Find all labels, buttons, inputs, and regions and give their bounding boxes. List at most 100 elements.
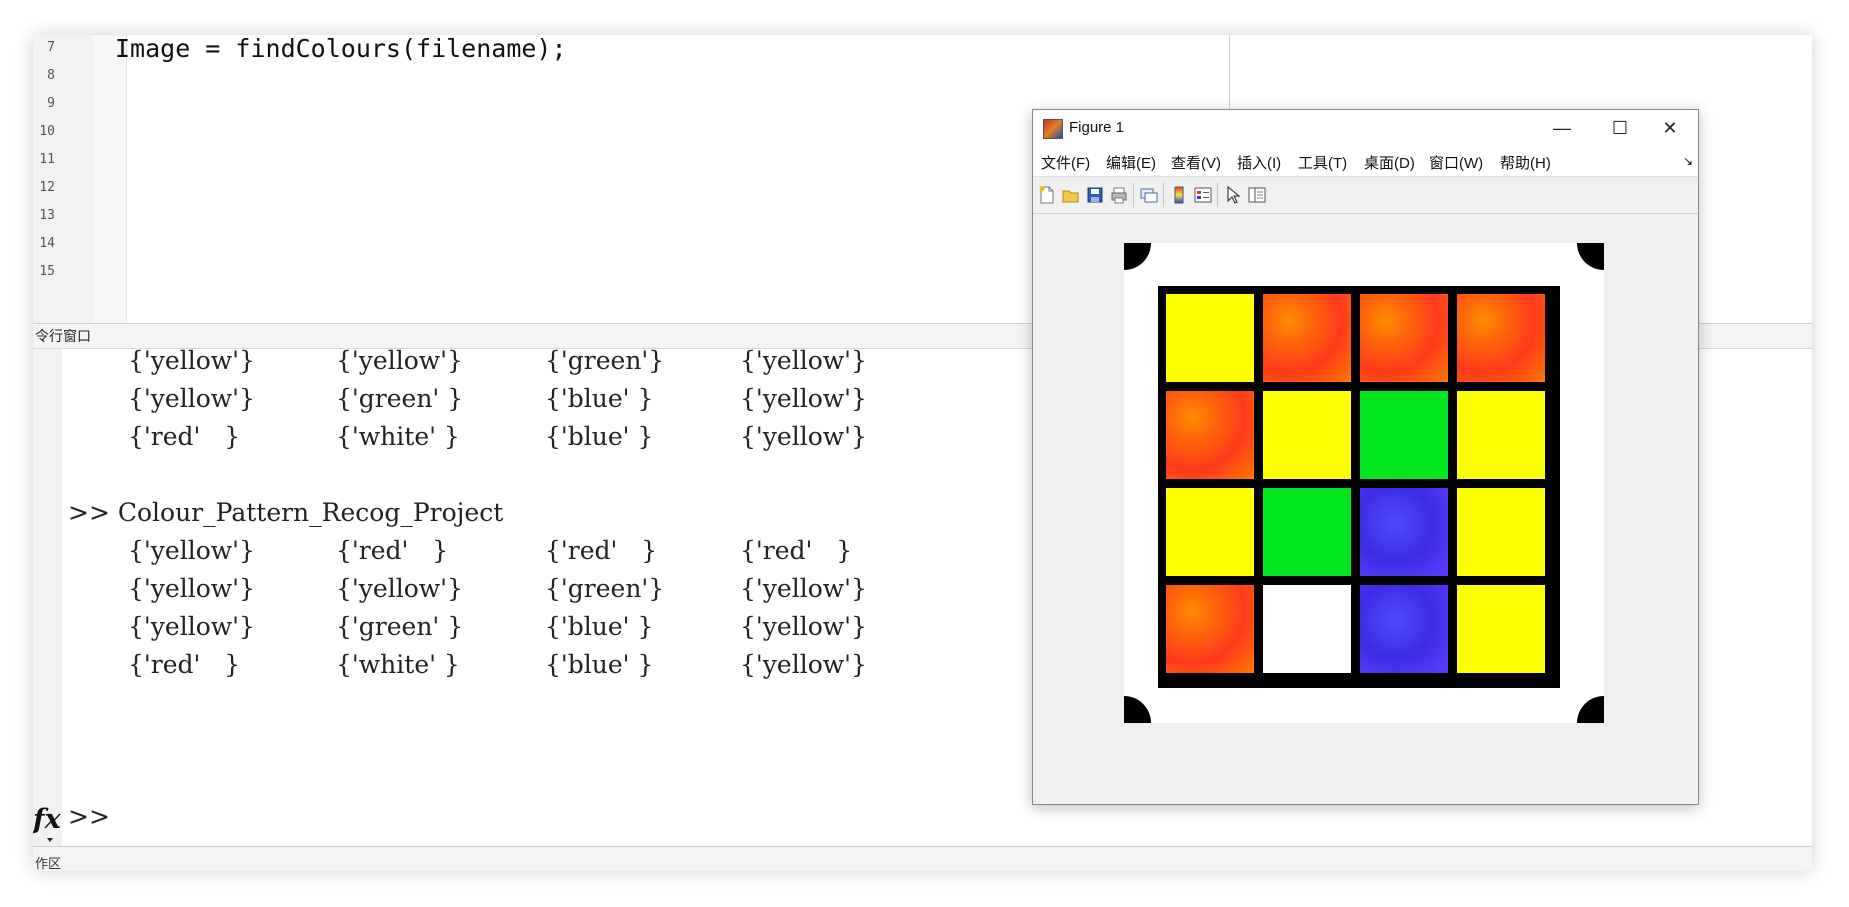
- grid-tile-green: [1263, 488, 1351, 576]
- output-cell: {'green' }: [336, 612, 464, 641]
- output-cell: {'red' }: [740, 536, 853, 565]
- command-line[interactable]: >> Colour_Pattern_Recog_Project: [68, 498, 503, 527]
- menu-desktop[interactable]: 桌面(D): [1364, 152, 1415, 173]
- grid-tile-red: [1166, 391, 1254, 479]
- command-window-title: 令行窗口: [35, 328, 91, 344]
- workspace-panel-header[interactable]: 作区: [33, 846, 1812, 871]
- output-cell: {'green' }: [336, 384, 464, 413]
- grid-tile-yellow: [1457, 585, 1545, 673]
- print-icon[interactable]: [1110, 186, 1128, 204]
- colorbar-icon[interactable]: [1170, 186, 1188, 204]
- line-number: 9: [47, 96, 55, 111]
- menu-help[interactable]: 帮助(H): [1500, 152, 1551, 173]
- close-button[interactable]: ✕: [1641, 110, 1699, 146]
- output-cell: {'yellow'}: [336, 346, 463, 375]
- output-cell: {'white' }: [336, 422, 460, 451]
- figure-window[interactable]: Figure 1 — ☐ ✕ 文件(F) 编辑(E) 查看(V) 插入(I) 工…: [1032, 109, 1699, 805]
- line-number: 8: [47, 68, 55, 83]
- menu-insert[interactable]: 插入(I): [1237, 152, 1281, 173]
- corner-marker: [1124, 696, 1151, 723]
- output-cell: {'red' }: [545, 536, 658, 565]
- output-cell: {'yellow'}: [740, 650, 867, 679]
- output-cell: {'yellow'}: [740, 422, 867, 451]
- output-cell: {'red' }: [336, 536, 449, 565]
- menu-tools[interactable]: 工具(T): [1298, 152, 1347, 173]
- corner-marker: [1577, 243, 1604, 270]
- toolbar-separator: [1133, 183, 1134, 207]
- command-prompt[interactable]: >>: [68, 802, 110, 831]
- code-folding-margin: [93, 35, 127, 323]
- output-cell: {'yellow'}: [128, 346, 255, 375]
- output-cell: {'blue' }: [545, 650, 654, 679]
- grid-tile-red: [1457, 294, 1545, 382]
- output-cell: {'yellow'}: [128, 612, 255, 641]
- new-figure-icon[interactable]: [1038, 186, 1056, 204]
- grid-tile-green: [1360, 391, 1448, 479]
- grid-tile-yellow: [1457, 488, 1545, 576]
- grid-tile-red: [1263, 294, 1351, 382]
- line-number: 7: [47, 40, 55, 55]
- workspace-panel-title: 作区: [35, 856, 62, 871]
- figure-toolbar: [1033, 176, 1698, 214]
- grid-tile-blue: [1360, 488, 1448, 576]
- link-plot-icon[interactable]: [1140, 186, 1158, 204]
- matlab-logo-icon: [1043, 119, 1063, 139]
- output-cell: {'yellow'}: [336, 574, 463, 603]
- grid-tile-red: [1166, 585, 1254, 673]
- output-cell: {'blue' }: [545, 422, 654, 451]
- figure-title: Figure 1: [1069, 119, 1125, 136]
- function-browser-icon[interactable]: fx: [33, 804, 61, 835]
- output-cell: {'yellow'}: [128, 574, 255, 603]
- line-number: 13: [39, 208, 55, 223]
- corner-marker: [1577, 696, 1604, 723]
- line-number-gutter: 7 8 9 10 11 12 13 14 15: [33, 35, 93, 323]
- grid-tile-blue: [1360, 585, 1448, 673]
- menu-file[interactable]: 文件(F): [1041, 152, 1090, 173]
- menu-view[interactable]: 查看(V): [1171, 152, 1221, 173]
- output-cell: {'yellow'}: [740, 346, 867, 375]
- toolbar-separator: [1217, 183, 1218, 207]
- pointer-icon[interactable]: [1224, 186, 1242, 204]
- output-cell: {'red' }: [128, 422, 241, 451]
- legend-icon[interactable]: [1194, 186, 1212, 204]
- output-cell: {'yellow'}: [128, 384, 255, 413]
- grid-tile-yellow: [1166, 488, 1254, 576]
- figure-titlebar[interactable]: Figure 1 — ☐ ✕: [1033, 110, 1698, 146]
- matlab-window: 7 8 9 10 11 12 13 14 15 Image = findColo…: [33, 35, 1812, 871]
- output-cell: {'white' }: [336, 650, 460, 679]
- line-number: 14: [39, 236, 55, 251]
- menu-overflow-icon[interactable]: ↘: [1683, 154, 1693, 168]
- output-cell: {'green'}: [545, 574, 665, 603]
- save-icon[interactable]: [1086, 186, 1104, 204]
- line-number: 10: [39, 124, 55, 139]
- fx-dropdown-arrow-icon[interactable]: [47, 838, 53, 842]
- property-inspector-icon[interactable]: [1248, 186, 1266, 204]
- colour-grid-image: [1158, 286, 1560, 688]
- figure-axes[interactable]: [1124, 243, 1604, 723]
- grid-tile-red: [1360, 294, 1448, 382]
- grid-tile-yellow: [1166, 294, 1254, 382]
- line-number: 15: [39, 264, 55, 279]
- open-file-icon[interactable]: [1062, 186, 1080, 204]
- line-number: 11: [39, 152, 55, 167]
- output-cell: {'blue' }: [545, 612, 654, 641]
- line-number: 12: [39, 180, 55, 195]
- grid-tile-yellow: [1263, 391, 1351, 479]
- menu-window[interactable]: 窗口(W): [1429, 152, 1483, 173]
- output-cell: {'green'}: [545, 346, 665, 375]
- corner-marker: [1124, 243, 1151, 270]
- output-cell: {'yellow'}: [128, 536, 255, 565]
- output-cell: {'blue' }: [545, 384, 654, 413]
- output-cell: {'yellow'}: [740, 574, 867, 603]
- menu-edit[interactable]: 编辑(E): [1106, 152, 1156, 173]
- toolbar-separator: [1163, 183, 1164, 207]
- command-window-gutter: [33, 349, 62, 846]
- grid-tile-yellow: [1457, 391, 1545, 479]
- minimize-button[interactable]: —: [1533, 110, 1591, 146]
- output-cell: {'yellow'}: [740, 384, 867, 413]
- output-cell: {'red' }: [128, 650, 241, 679]
- figure-menubar: 文件(F) 编辑(E) 查看(V) 插入(I) 工具(T) 桌面(D) 窗口(W…: [1033, 146, 1698, 176]
- output-cell: {'yellow'}: [740, 612, 867, 641]
- grid-tile-white: [1263, 585, 1351, 673]
- code-line[interactable]: Image = findColours(filename);: [115, 35, 567, 63]
